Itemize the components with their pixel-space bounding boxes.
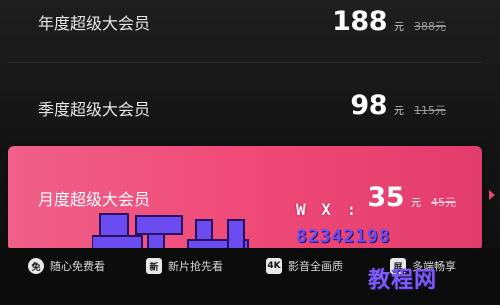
plan-card-annual[interactable]: 年度超级大会员 188 元 388元 — [8, 0, 482, 48]
benefit-label: 多端畅享 — [412, 260, 456, 273]
benefit-label: 新片抢先看 — [168, 260, 223, 273]
price-annual: 188 — [332, 6, 387, 37]
plan-name-quarterly: 季度超级大会员 — [38, 100, 151, 119]
price-unit-annual: 元 — [394, 22, 404, 33]
4k-icon: 4K — [266, 258, 282, 274]
price-unit-quarterly: 元 — [394, 106, 404, 117]
benefit-early-access: 新 新片抢先看 — [146, 258, 223, 274]
benefits-bar: 免 随心免费看 新 新片抢先看 4K 影音全画质 屏 多端畅享 — [0, 248, 500, 305]
benefit-full-quality: 4K 影音全画质 — [266, 258, 343, 274]
new-release-icon: 新 — [146, 258, 162, 274]
original-price-monthly: 45元 — [431, 196, 456, 209]
price-group-annual: 188 元 388元 — [332, 6, 446, 37]
divider — [8, 62, 482, 63]
free-icon: 免 — [28, 258, 44, 274]
benefit-free-watch: 免 随心免费看 — [28, 258, 105, 274]
price-group-monthly: 35 元 45元 — [367, 182, 456, 213]
multi-screen-icon: 屏 — [390, 258, 406, 274]
plan-card-monthly-selected[interactable]: 月度超级大会员 35 元 45元 — [8, 146, 482, 251]
benefit-multi-device: 屏 多端畅享 — [390, 258, 456, 274]
benefit-label: 随心免费看 — [50, 260, 105, 273]
price-group-quarterly: 98 元 115元 — [350, 90, 446, 121]
price-unit-monthly: 元 — [411, 198, 421, 209]
chevron-right-icon — [489, 190, 495, 200]
price-monthly: 35 — [367, 182, 404, 213]
plan-name-monthly: 月度超级大会员 — [38, 190, 151, 209]
price-quarterly: 98 — [350, 90, 387, 121]
original-price-quarterly: 115元 — [414, 104, 446, 117]
plan-card-quarterly[interactable]: 季度超级大会员 98 元 115元 — [8, 78, 482, 134]
original-price-annual: 388元 — [414, 20, 446, 33]
benefit-label: 影音全画质 — [288, 260, 343, 273]
plan-name-annual: 年度超级大会员 — [38, 14, 151, 33]
